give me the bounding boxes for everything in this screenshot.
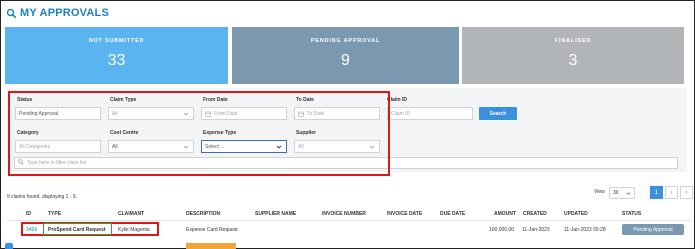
col-header-status[interactable]: STATUS: [622, 211, 641, 217]
cost-centre-select-value: All: [112, 143, 118, 150]
finalised-label: FINALISED: [554, 38, 592, 44]
col-header-invoice-number[interactable]: INVOICE NUMBER: [322, 211, 366, 217]
page-title-text: MY APPROVALS: [20, 7, 109, 19]
supplier-select-value: All: [298, 143, 304, 150]
col-header-updated[interactable]: UPDATED: [564, 211, 588, 217]
status-select[interactable]: Pending Approval: [15, 107, 101, 120]
col-header-id[interactable]: ID: [26, 211, 31, 217]
claim-type-cell: ProSpend Card Request: [48, 227, 106, 233]
results-summary: 9 claims found, displaying 1 - 9.: [7, 194, 78, 200]
claim-id-placeholder: Claim ID: [391, 110, 411, 117]
claim-list-filter-input[interactable]: Type here to filter claim list: [14, 157, 678, 169]
supplier-label: Supplier: [296, 130, 317, 136]
page-size-select[interactable]: 30: [609, 187, 635, 199]
claimant-cell: Kylie Magenta: [118, 227, 150, 233]
page-button-1[interactable]: 1: [650, 186, 663, 199]
claim-type-label: Claim Type: [110, 97, 137, 103]
col-header-created[interactable]: CREATED: [523, 211, 547, 217]
from-date-input[interactable]: From Date: [201, 107, 287, 120]
claim-list-filter-placeholder: Type here to filter claim list: [27, 160, 87, 166]
next-page-button[interactable]: ›: [680, 186, 693, 199]
to-date-input[interactable]: To Date: [294, 107, 380, 120]
expense-type-select-value: Select ...: [205, 143, 225, 150]
status-select-value: Pending Approval: [19, 110, 59, 117]
claim-id-input[interactable]: Claim ID: [387, 107, 473, 120]
col-header-supplier-name[interactable]: SUPPLIER NAME: [255, 211, 296, 217]
page-size-value: 30: [613, 190, 619, 196]
page-title: MY APPROVALS: [6, 6, 109, 20]
col-header-amount[interactable]: AMOUNT: [494, 211, 516, 217]
table-header-divider: [7, 220, 691, 221]
col-header-invoice-date[interactable]: INVOICE DATE: [387, 211, 422, 217]
col-header-type[interactable]: TYPE: [48, 211, 61, 217]
search-button[interactable]: Search: [479, 107, 517, 120]
supplier-select[interactable]: All: [294, 140, 380, 153]
prev-page-button[interactable]: ‹: [665, 186, 678, 199]
created-cell: 11-Jan-2023: [522, 227, 550, 233]
claim-id-label: Claim ID: [387, 97, 408, 103]
cost-centre-label: Cost Centre: [110, 130, 139, 136]
description-cell: Expense Card Request: [186, 227, 238, 233]
claim-type-select[interactable]: All: [108, 107, 194, 120]
finalised-card[interactable]: FINALISED 3: [462, 27, 684, 84]
to-date-label: To Date: [296, 97, 314, 103]
from-date-label: From Date: [203, 97, 228, 103]
chevron-down-icon: [626, 192, 631, 195]
col-header-due-date[interactable]: DUE DATE: [440, 211, 465, 217]
status-badge[interactable]: Pending Approval: [622, 224, 684, 235]
finalised-count: 3: [568, 52, 578, 69]
pending-approval-label: PENDING APPROVAL: [310, 38, 381, 44]
search-icon: [18, 159, 24, 167]
category-label: Category: [17, 130, 39, 136]
from-date-placeholder: From Date: [214, 110, 238, 117]
col-header-claimant[interactable]: CLAIMANT: [118, 211, 144, 217]
view-label: View: [594, 189, 605, 195]
pending-approval-card[interactable]: PENDING APPROVAL 9: [232, 27, 459, 84]
chevron-down-icon: [183, 112, 189, 116]
chevron-down-icon: [369, 145, 375, 149]
row-tag: [186, 243, 236, 249]
status-label: Status: [17, 97, 33, 103]
calendar-icon: [298, 111, 304, 117]
category-select[interactable]: All Categories: [15, 140, 101, 153]
claim-type-select-value: All: [112, 110, 118, 117]
to-date-placeholder: To Date: [307, 110, 325, 117]
claim-id-link[interactable]: 3469: [26, 227, 37, 233]
expense-type-label: Expense Type: [203, 130, 237, 136]
pending-approval-count: 9: [341, 52, 350, 69]
not-submitted-card[interactable]: NOT SUBMITTED 33: [5, 27, 228, 84]
not-submitted-label: NOT SUBMITTED: [88, 38, 145, 44]
amount-cell: 100,000.00: [489, 227, 515, 233]
cost-centre-select[interactable]: All: [108, 140, 194, 153]
category-select-value: All Categories: [19, 143, 51, 150]
updated-cell: 11-Jan-2023 05:28: [564, 227, 606, 233]
not-submitted-count: 33: [107, 52, 126, 69]
col-header-description[interactable]: DESCRIPTION: [186, 211, 220, 217]
calendar-icon: [205, 111, 211, 117]
search-icon: [6, 8, 17, 19]
chevron-down-icon: [183, 145, 189, 149]
expense-type-select[interactable]: Select ...: [201, 140, 287, 153]
row-indicator: [5, 243, 13, 249]
chevron-down-icon: [276, 145, 282, 149]
